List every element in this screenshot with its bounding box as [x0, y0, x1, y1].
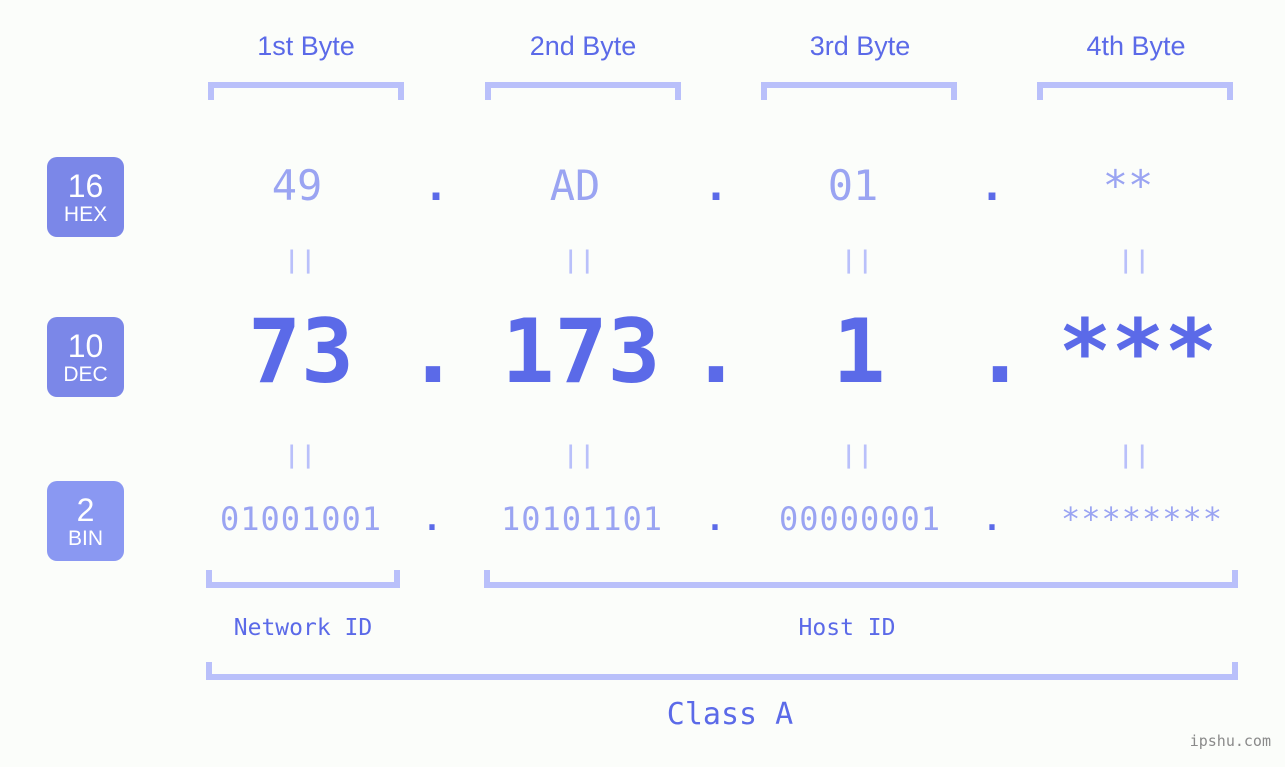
dec-byte-1: 73	[248, 300, 354, 403]
bin-byte-3: 00000001	[778, 500, 942, 538]
dec-byte-4: ***	[1058, 300, 1218, 403]
byte-header-3-label: 3rd Byte	[809, 31, 911, 61]
byte-bracket-2	[485, 82, 681, 100]
hex-byte-1: 49	[271, 161, 323, 210]
network-id-bracket	[206, 570, 400, 588]
byte-bracket-4	[1037, 82, 1233, 100]
byte-bracket-1	[208, 82, 404, 100]
byte-bracket-3	[761, 82, 957, 100]
hex-row: 49 . AD . 01 . **	[0, 158, 1285, 214]
equality-mark-hex-dec-1: ||	[284, 246, 318, 274]
class-caption: Class A	[666, 697, 794, 732]
equality-mark-hex-dec-4: ||	[1118, 246, 1152, 274]
host-id-caption: Host ID	[798, 615, 896, 641]
equality-mark-dec-bin-3: ||	[841, 441, 875, 469]
dec-byte-3: 1	[832, 300, 886, 403]
dec-separator-2: .	[689, 300, 743, 403]
hex-separator-2: .	[703, 161, 729, 210]
byte-header-2-label: 2nd Byte	[529, 31, 637, 61]
bin-separator-1: .	[422, 500, 442, 538]
hex-separator-3: .	[979, 161, 1005, 210]
dec-separator-1: .	[406, 300, 460, 403]
equality-mark-dec-bin-1: ||	[284, 441, 318, 469]
hex-byte-4: **	[1102, 161, 1154, 210]
hex-byte-2: AD	[549, 161, 601, 210]
byte-header-4-label: 4th Byte	[1086, 31, 1186, 61]
host-id-bracket	[484, 570, 1238, 588]
bin-separator-2: .	[705, 500, 725, 538]
bin-byte-1: 01001001	[219, 500, 383, 538]
bin-row: 01001001 . 10101101 . 00000001 . *******…	[0, 497, 1285, 541]
equality-mark-dec-bin-2: ||	[563, 441, 597, 469]
dec-byte-2: 173	[501, 300, 661, 403]
hex-byte-3: 01	[827, 161, 879, 210]
hex-separator-1: .	[423, 161, 449, 210]
byte-header-1: 1st Byte	[206, 31, 406, 62]
dec-row: 73 . 173 . 1 . ***	[0, 297, 1285, 407]
class-bracket	[206, 662, 1238, 680]
equality-mark-hex-dec-2: ||	[563, 246, 597, 274]
byte-header-4: 4th Byte	[1036, 31, 1236, 62]
equality-mark-dec-bin-4: ||	[1118, 441, 1152, 469]
bin-byte-4: ********	[1060, 500, 1224, 538]
equality-mark-hex-dec-3: ||	[841, 246, 875, 274]
bin-separator-3: .	[982, 500, 1002, 538]
ip-address-breakdown-diagram: 1st Byte 2nd Byte 3rd Byte 4th Byte 16 H…	[0, 0, 1285, 767]
network-id-caption: Network ID	[233, 615, 373, 641]
site-watermark: ipshu.com	[1189, 732, 1271, 750]
byte-header-1-label: 1st Byte	[257, 31, 355, 61]
byte-header-2: 2nd Byte	[483, 31, 683, 62]
byte-header-3: 3rd Byte	[760, 31, 960, 62]
bin-byte-2: 10101101	[500, 500, 664, 538]
